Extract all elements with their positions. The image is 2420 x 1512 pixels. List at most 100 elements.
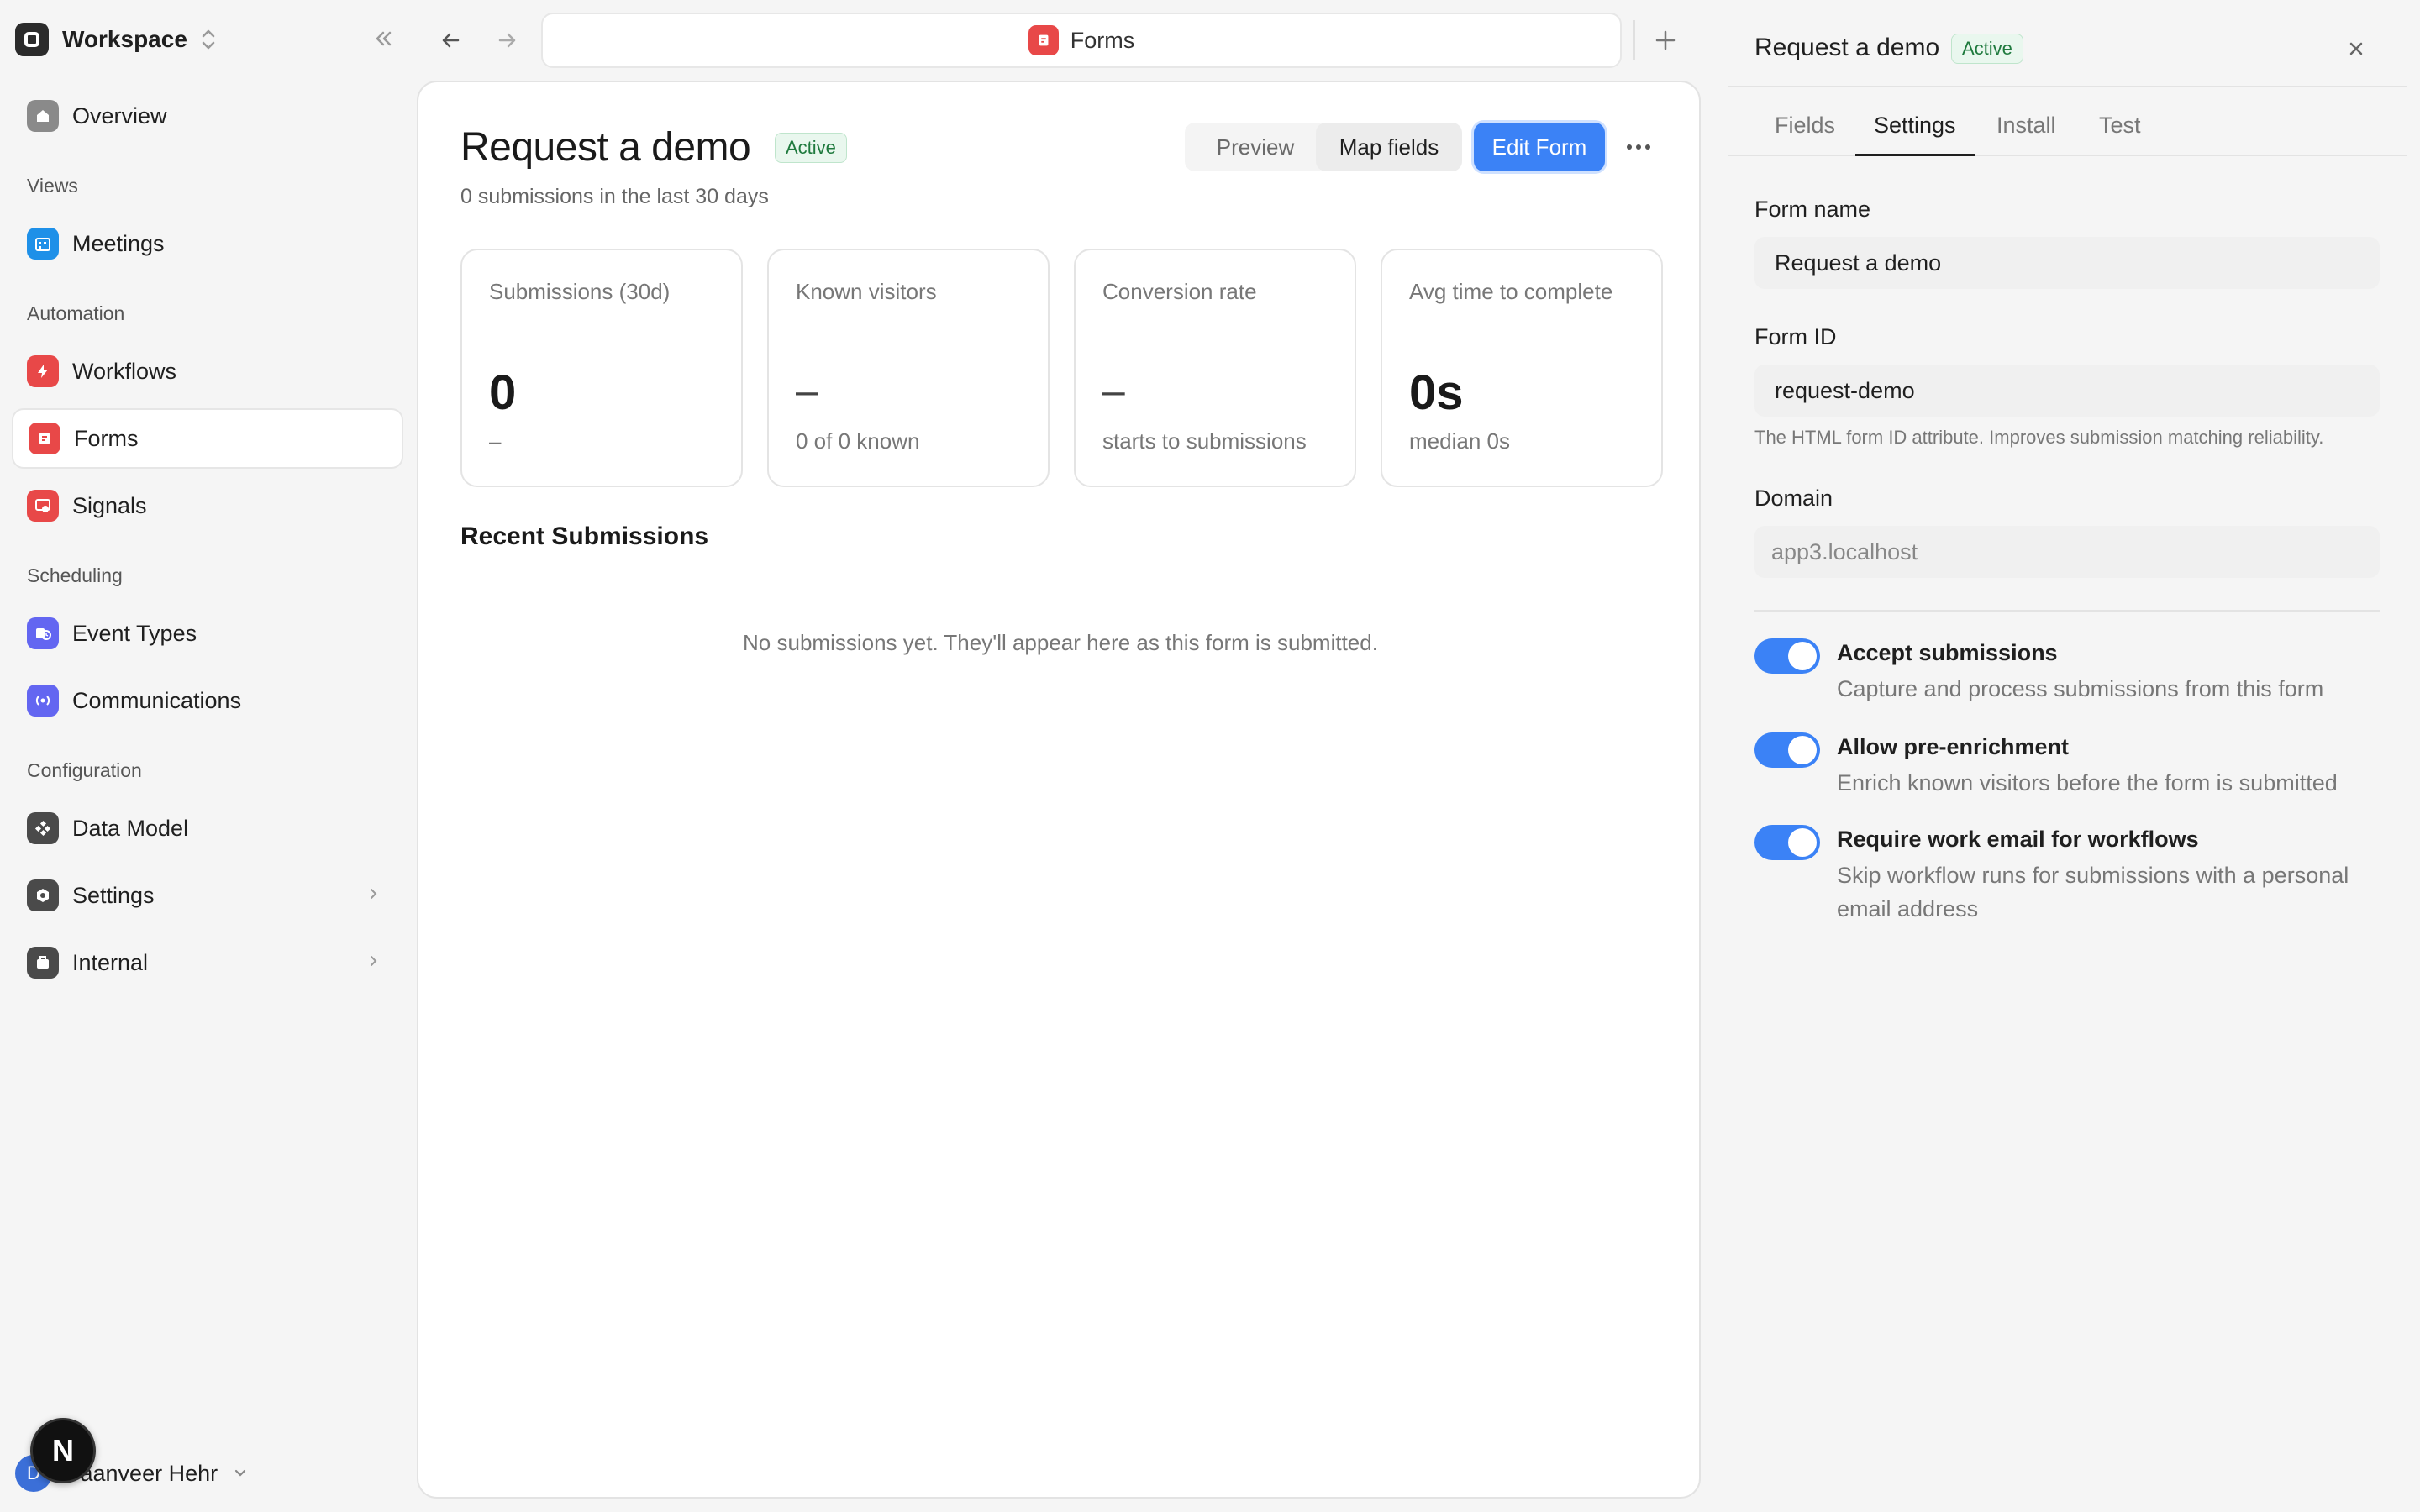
stat-card-avg-time: Avg time to complete 0s median 0s	[1381, 249, 1663, 487]
form-detail-card: Request a demo Active 0 submissions in t…	[417, 81, 1701, 1499]
status-badge: Active	[1951, 34, 2023, 64]
gear-icon	[27, 879, 59, 911]
address-bar-title: Forms	[1070, 27, 1135, 53]
nextjs-dev-badge[interactable]: N	[30, 1418, 96, 1483]
stat-label: Submissions (30d)	[489, 279, 671, 304]
form-name-label: Form name	[1754, 197, 1871, 222]
sidebar-item-label: Forms	[74, 425, 139, 451]
status-badge: Active	[775, 133, 847, 163]
sidebar-item-overview[interactable]: Overview	[12, 86, 403, 146]
sidebar-item-signals[interactable]: Signals	[12, 475, 403, 536]
forward-button[interactable]	[491, 24, 524, 57]
allow-pre-enrichment-toggle[interactable]	[1754, 732, 1820, 768]
section-label-scheduling: Scheduling	[27, 564, 123, 586]
form-icon	[1028, 25, 1059, 55]
signal-icon	[27, 490, 59, 522]
collapse-sidebar-button[interactable]	[368, 24, 398, 54]
sidebar-item-label: Settings	[72, 882, 155, 908]
require-work-email-toggle[interactable]	[1754, 825, 1820, 860]
sidebar-item-label: Data Model	[72, 815, 189, 841]
plus-icon	[1655, 30, 1676, 50]
more-options-button[interactable]	[1615, 123, 1662, 171]
close-panel-button[interactable]	[2341, 34, 2371, 64]
stat-note: 0 of 0 known	[796, 428, 920, 454]
divider	[1728, 86, 2407, 87]
sidebar-item-label: Meetings	[72, 230, 165, 256]
stat-value: 0s	[1409, 365, 1464, 420]
sidebar-item-label: Workflows	[72, 358, 177, 384]
chevron-updown-icon	[202, 29, 215, 50]
stat-value: –	[796, 369, 818, 413]
tab-fields[interactable]: Fields	[1775, 113, 1835, 156]
panel-tabs: Fields Settings Install Test	[1728, 101, 2407, 156]
stat-value: –	[1102, 369, 1125, 413]
toggle-title: Allow pre-enrichment	[1837, 734, 2070, 759]
form-id-input[interactable]: request-demo	[1754, 365, 2380, 417]
sidebar-item-internal[interactable]: Internal	[12, 932, 403, 993]
sidebar-item-settings[interactable]: Settings	[12, 865, 403, 926]
new-tab-button[interactable]	[1649, 24, 1682, 57]
form-id-label: Form ID	[1754, 324, 1837, 349]
clock-calendar-icon	[27, 617, 59, 649]
toggle-description: Enrich known visitors before the form is…	[1837, 770, 2338, 795]
data-model-icon	[27, 812, 59, 844]
workspace-switcher[interactable]: Workspace	[15, 22, 218, 57]
sidebar-item-forms[interactable]: Forms	[12, 408, 403, 469]
toggle-title: Require work email for workflows	[1837, 827, 2199, 852]
stat-card-conversion-rate: Conversion rate – starts to submissions	[1074, 249, 1356, 487]
tab-test[interactable]: Test	[2099, 113, 2141, 156]
sidebar-item-data-model[interactable]: Data Model	[12, 798, 403, 858]
sidebar-item-label: Communications	[72, 687, 242, 713]
briefcase-icon	[27, 947, 59, 979]
section-label-configuration: Configuration	[27, 759, 142, 781]
stat-value: 0	[489, 365, 517, 420]
address-bar[interactable]: Forms	[541, 13, 1622, 68]
stat-note: –	[489, 428, 502, 454]
chevron-right-icon	[371, 889, 377, 899]
stat-card-submissions: Submissions (30d) 0 –	[460, 249, 743, 487]
form-name-input[interactable]: Request a demo	[1754, 237, 2380, 289]
arrow-right-icon	[498, 33, 516, 48]
page-title: Request a demo	[460, 125, 751, 170]
chevron-down-icon	[234, 1469, 246, 1477]
workspace-logo-icon	[15, 23, 49, 56]
toggle-description: Skip workflow runs for submissions with …	[1837, 863, 2349, 921]
sidebar-item-workflows[interactable]: Workflows	[12, 341, 403, 402]
form-settings-panel: Request a demo Active Fields Settings In…	[1728, 0, 2420, 1512]
sidebar: Workspace Overview Views Meetings Automa…	[0, 0, 412, 1512]
tab-settings[interactable]: Settings	[1855, 113, 1975, 156]
panel-title: Request a demo	[1754, 34, 1940, 61]
workspace-name: Workspace	[62, 26, 187, 52]
stat-card-known-visitors: Known visitors – 0 of 0 known	[767, 249, 1050, 487]
edit-form-button[interactable]: Edit Form	[1474, 123, 1605, 171]
tab-install[interactable]: Install	[1996, 113, 2056, 156]
form-icon	[29, 423, 60, 454]
recent-submissions-heading: Recent Submissions	[460, 522, 709, 550]
arrow-left-icon	[442, 33, 460, 48]
section-label-views: Views	[27, 175, 78, 197]
sidebar-item-communications[interactable]: Communications	[12, 670, 403, 731]
sidebar-item-event-types[interactable]: Event Types	[12, 603, 403, 664]
divider	[1754, 610, 2380, 612]
stat-note: starts to submissions	[1102, 428, 1307, 454]
broadcast-icon	[27, 685, 59, 717]
sidebar-item-meetings[interactable]: Meetings	[12, 213, 403, 274]
stat-label: Known visitors	[796, 279, 937, 304]
sidebar-item-label: Overview	[72, 102, 167, 129]
form-id-help-text: The HTML form ID attribute. Improves sub…	[1754, 427, 2324, 448]
accept-submissions-toggle[interactable]	[1754, 638, 1820, 674]
close-icon	[2349, 42, 2363, 55]
calendar-icon	[27, 228, 59, 260]
preview-button[interactable]: Preview	[1185, 123, 1326, 171]
sidebar-item-label: Signals	[72, 492, 147, 518]
stat-note: median 0s	[1409, 428, 1510, 454]
section-label-automation: Automation	[27, 302, 125, 324]
lightning-icon	[27, 355, 59, 387]
map-fields-button[interactable]: Map fields	[1316, 123, 1462, 171]
back-button[interactable]	[434, 24, 467, 57]
toggle-description: Capture and process submissions from thi…	[1837, 676, 2324, 701]
home-icon	[27, 100, 59, 132]
stat-label: Avg time to complete	[1409, 279, 1613, 304]
page-subtitle: 0 submissions in the last 30 days	[460, 185, 769, 208]
sidebar-item-label: Event Types	[72, 620, 197, 646]
